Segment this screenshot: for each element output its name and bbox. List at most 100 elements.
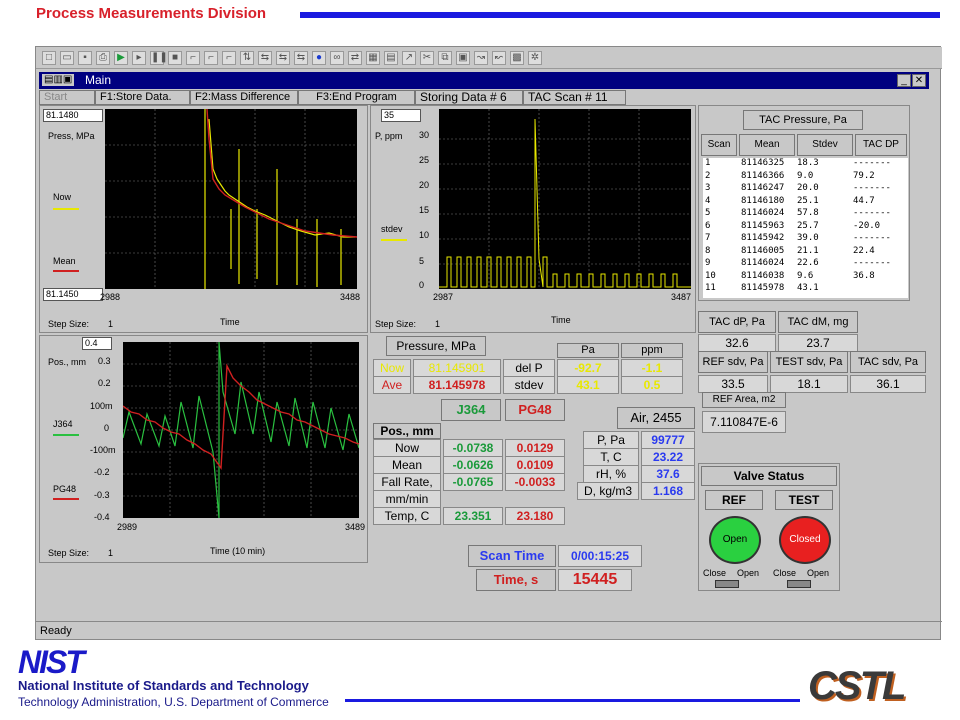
pa-header: Pa: [557, 343, 619, 358]
tac-cell: 5: [705, 208, 711, 218]
stop-icon[interactable]: ■: [168, 50, 182, 65]
f2-mass-difference-button[interactable]: F2:Mass Difference: [190, 90, 298, 105]
tac-dp-label: TAC dP, Pa: [698, 311, 776, 333]
ppm-ytick: 15: [419, 205, 430, 215]
app-window: □ ▭ ▪ ⎙ ▶ ▸ ❚❚ ■ ⌐ ⌐ ⌐ ⇅ ⇆ ⇆ ⇆ ● ∞ ⇄ ▦ ▤…: [35, 46, 942, 641]
minimize-button[interactable]: _: [897, 74, 911, 87]
ref-valve-label: REF: [705, 490, 763, 510]
tac-cell: 81146024: [741, 258, 785, 268]
cstl-logo: CSTL: [808, 664, 906, 708]
air-row-label: rH, %: [583, 465, 639, 483]
f1-store-data-button[interactable]: F1:Store Data.: [95, 90, 190, 105]
tac-cell: 7: [705, 233, 711, 243]
tac-cell: 81145963: [741, 220, 785, 231]
header-title: Process Measurements Division: [36, 5, 267, 22]
tac-col-header: Scan: [701, 134, 737, 156]
tac-cell: 81146325: [741, 158, 785, 168]
stdev-ppm-value: 0.5: [621, 376, 683, 394]
storing-data-indicator: Storing Data # 6: [415, 90, 523, 105]
tac-cell: 81146247: [741, 183, 785, 193]
tool10-icon[interactable]: ▤: [384, 50, 398, 65]
start-button[interactable]: Start: [39, 90, 95, 105]
ppm-plot-panel: 35 P, ppm stdev 30 25 20 15 10 5 0 2987 …: [370, 105, 696, 333]
open-icon[interactable]: ▭: [60, 50, 74, 65]
window-controls-icon[interactable]: ▤▥▣: [42, 74, 75, 86]
test-open-label: Open: [807, 568, 830, 578]
tool3-icon[interactable]: ⌐: [222, 50, 236, 65]
tac-cell: 10: [705, 270, 716, 281]
ppm-ytick: 5: [419, 256, 425, 266]
valve-status-panel: Valve Status REF TEST Open Closed Close …: [698, 463, 840, 591]
tool2-icon[interactable]: ⌐: [204, 50, 218, 65]
globe-icon[interactable]: ●: [312, 50, 326, 65]
paste-icon[interactable]: ▣: [456, 50, 470, 65]
save-icon[interactable]: ▪: [78, 50, 92, 65]
tool9-icon[interactable]: ▦: [366, 50, 380, 65]
tool13-icon[interactable]: ↜: [492, 50, 506, 65]
tac-cell: 36.8: [853, 270, 875, 281]
test-valve-closed-button[interactable]: Closed: [779, 516, 831, 564]
status-bar: Ready: [36, 621, 942, 641]
tool6-icon[interactable]: ⇆: [276, 50, 290, 65]
ref-sdv-label: REF sdv, Pa: [698, 351, 768, 373]
ppm-chart: [439, 109, 691, 289]
new-icon[interactable]: □: [42, 50, 56, 65]
tac-col-header: TAC DP: [855, 134, 907, 156]
tac-cell: 81145942: [741, 233, 785, 243]
time-s-label: Time, s: [476, 569, 556, 591]
pause-icon[interactable]: ❚❚: [150, 50, 168, 65]
tac-cell: 39.0: [797, 233, 819, 243]
pressure-ymin-input[interactable]: 81.1450: [43, 288, 103, 301]
pressure-ymax-input[interactable]: 81.1480: [43, 109, 103, 122]
binoculars-icon[interactable]: ∞: [330, 50, 344, 65]
tac-cell: 81145978: [741, 283, 785, 293]
ppm-ytick: 30: [419, 130, 430, 140]
scan-time-label: Scan Time: [468, 545, 556, 567]
test-valve-toggle[interactable]: [787, 580, 811, 588]
ppm-scale-input[interactable]: 35: [381, 109, 421, 122]
pos-row-label: Mean: [373, 456, 441, 474]
tac-cell: 25.1: [797, 195, 819, 206]
ref-valve-toggle[interactable]: [715, 580, 739, 588]
ref-valve-open-button[interactable]: Open: [709, 516, 761, 564]
tool11-icon[interactable]: ↗: [402, 50, 416, 65]
tool14-icon[interactable]: ▩: [510, 50, 524, 65]
tool-icon[interactable]: ⌐: [186, 50, 200, 65]
settings-icon[interactable]: ✲: [528, 50, 542, 65]
tac-cell: -------: [853, 183, 891, 193]
tool4-icon[interactable]: ⇅: [240, 50, 254, 65]
tool12-icon[interactable]: ↝: [474, 50, 488, 65]
function-tabs: Start F1:Store Data. F2:Mass Difference …: [39, 90, 626, 105]
step-icon[interactable]: ▸: [132, 50, 146, 65]
position-scale-input[interactable]: 0.4: [82, 337, 112, 350]
tac-col-header: Mean: [739, 134, 795, 156]
tac-table-header: TAC Pressure, Pa: [743, 110, 863, 130]
f3-end-program-button[interactable]: F3:End Program: [298, 90, 415, 105]
pg48-header: PG48: [505, 399, 565, 421]
copy-icon[interactable]: ⧉: [438, 50, 452, 65]
air-row-value: 1.168: [641, 482, 695, 500]
nist-logo: NIST: [18, 644, 85, 680]
now-legend-label: Now: [53, 192, 72, 202]
pos-row-label: Now: [373, 439, 441, 457]
pressure-step-label: Step Size:: [48, 319, 90, 329]
close-button[interactable]: ✕: [912, 74, 926, 87]
now-legend-line: [53, 208, 79, 210]
tac-cell: 81146024: [741, 208, 785, 218]
status-text: Ready: [40, 625, 72, 637]
print-icon[interactable]: ⎙: [96, 50, 110, 65]
position-header: Pos., mm: [373, 423, 441, 439]
tac-cell: 81146038: [741, 270, 785, 281]
tool5-icon[interactable]: ⇆: [258, 50, 272, 65]
position-xlabel: Time (10 min): [210, 546, 266, 556]
pos-pg48-value: 0.0129: [505, 439, 565, 457]
air-row-value: 23.22: [641, 448, 695, 466]
tool7-icon[interactable]: ⇆: [294, 50, 308, 65]
delp-label: del P: [503, 359, 555, 377]
ref-open-label: Open: [737, 568, 760, 578]
air-header: Air, 2455: [617, 407, 695, 429]
cut-icon[interactable]: ✂: [420, 50, 434, 65]
tool8-icon[interactable]: ⇄: [348, 50, 362, 65]
run-icon[interactable]: ▶: [114, 50, 128, 65]
now-label: Now: [373, 359, 411, 377]
